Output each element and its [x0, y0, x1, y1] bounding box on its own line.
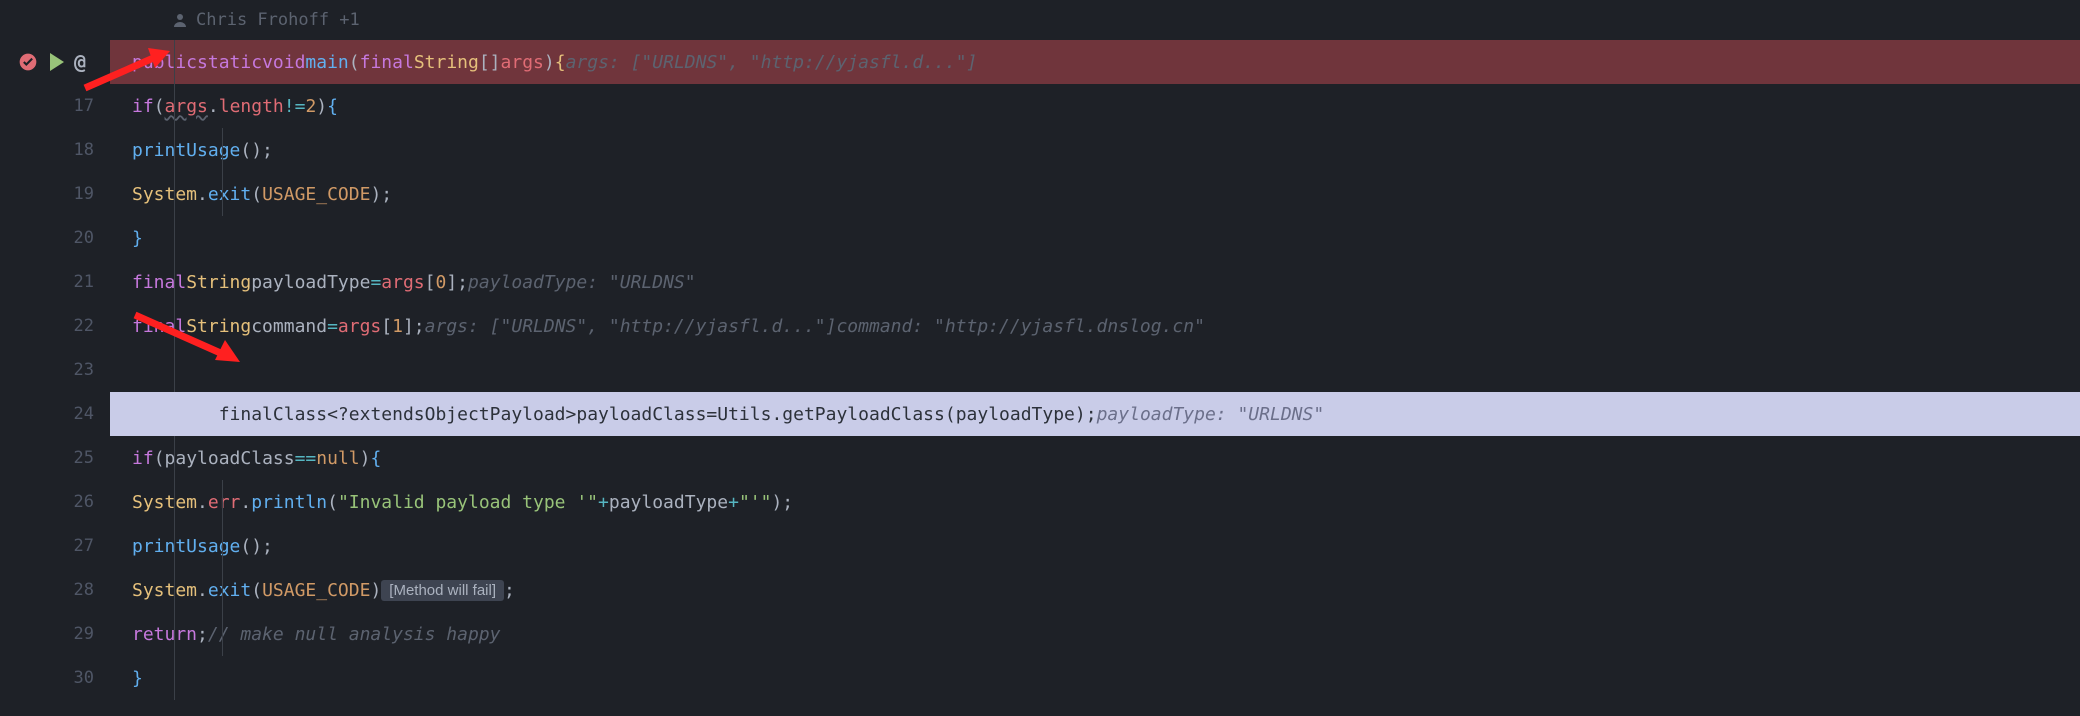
- gutter: @ 17 18 19 20 21 22 23 24 25 26 27 28 29…: [0, 0, 110, 716]
- run-icon[interactable]: [50, 53, 64, 71]
- line-number[interactable]: 23: [0, 348, 110, 392]
- person-icon: [172, 12, 188, 28]
- code-line[interactable]: System.err.println("Invalid payload type…: [110, 480, 2080, 524]
- breakpoint-check-icon[interactable]: [18, 52, 38, 72]
- code-line[interactable]: }: [110, 656, 2080, 700]
- code-editor: @ 17 18 19 20 21 22 23 24 25 26 27 28 29…: [0, 0, 2080, 716]
- code-line[interactable]: }: [110, 216, 2080, 260]
- line-number[interactable]: 18: [0, 128, 110, 172]
- at-icon[interactable]: @: [74, 50, 86, 74]
- code-line-selected[interactable]: final Class<? extends ObjectPayload> pay…: [110, 392, 2080, 436]
- line-number[interactable]: 21: [0, 260, 110, 304]
- line-number[interactable]: 29: [0, 612, 110, 656]
- code-area[interactable]: Chris Frohoff +1 public static void main…: [110, 0, 2080, 716]
- code-line[interactable]: final String payloadType = args[0]; payl…: [110, 260, 2080, 304]
- line-number[interactable]: 17: [0, 84, 110, 128]
- line-number[interactable]: 25: [0, 436, 110, 480]
- code-line[interactable]: System.exit(USAGE_CODE);: [110, 172, 2080, 216]
- line-number[interactable]: 20: [0, 216, 110, 260]
- line-number[interactable]: 22: [0, 304, 110, 348]
- inline-hint: payloadType: "URLDNS": [1097, 404, 1325, 425]
- code-line[interactable]: final String command = args[1]; args: ["…: [110, 304, 2080, 348]
- code-line[interactable]: System.exit(USAGE_CODE) [Method will fai…: [110, 568, 2080, 612]
- inline-warning-badge[interactable]: [Method will fail]: [381, 580, 504, 601]
- gutter-icons-row[interactable]: @: [0, 40, 110, 84]
- line-number[interactable]: 26: [0, 480, 110, 524]
- inline-hint: args: ["URLDNS", "http://yjasfl.d..."]: [425, 316, 837, 337]
- code-line[interactable]: public static void main(final String[] a…: [110, 40, 2080, 84]
- inline-hint: command: "http://yjasfl.dnslog.cn": [836, 316, 1204, 337]
- code-line[interactable]: printUsage();: [110, 128, 2080, 172]
- inline-hint: args: ["URLDNS", "http://yjasfl.d..."]: [566, 52, 978, 73]
- line-number[interactable]: 30: [0, 656, 110, 700]
- code-line[interactable]: if (payloadClass == null) {: [110, 436, 2080, 480]
- line-number[interactable]: 28: [0, 568, 110, 612]
- code-line[interactable]: printUsage();: [110, 524, 2080, 568]
- line-number[interactable]: 24: [0, 392, 110, 436]
- line-number[interactable]: 27: [0, 524, 110, 568]
- author-name: Chris Frohoff +1: [196, 10, 360, 30]
- code-author-lens[interactable]: Chris Frohoff +1: [110, 0, 2080, 40]
- line-number[interactable]: 19: [0, 172, 110, 216]
- inline-hint: payloadType: "URLDNS": [468, 272, 696, 293]
- code-line[interactable]: return; // make null analysis happy: [110, 612, 2080, 656]
- code-line[interactable]: [110, 348, 2080, 392]
- code-line[interactable]: if (args.length != 2) {: [110, 84, 2080, 128]
